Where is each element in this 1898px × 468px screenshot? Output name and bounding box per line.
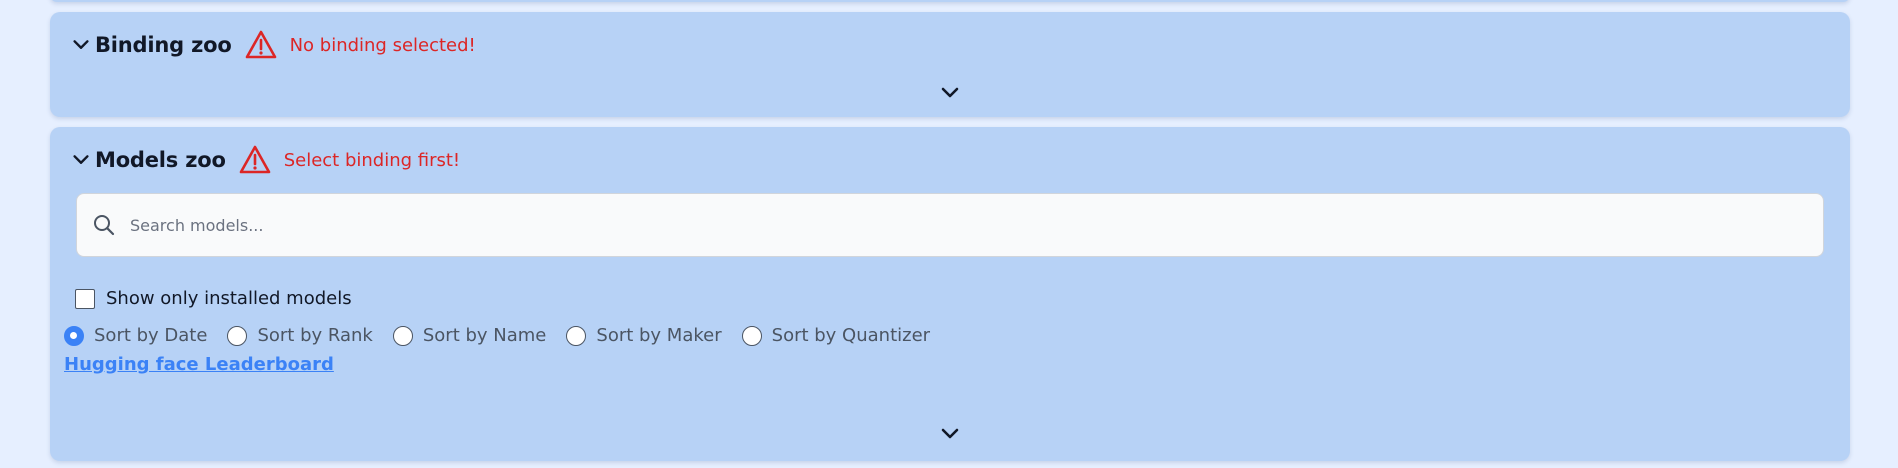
sort-by-rank-option[interactable]: Sort by Rank xyxy=(227,325,373,346)
models-zoo-header[interactable]: Models zoo Select binding first! xyxy=(70,143,460,177)
binding-zoo-header[interactable]: Binding zoo No binding selected! xyxy=(70,28,476,62)
models-warning-message: Select binding first! xyxy=(283,149,461,171)
sort-by-date-radio[interactable] xyxy=(64,325,84,346)
installed-models-filter: Show only installed models xyxy=(75,288,352,309)
binding-zoo-title: Binding zoo xyxy=(95,33,232,57)
warning-triangle-icon xyxy=(239,145,270,174)
binding-warning-message: No binding selected! xyxy=(289,34,476,56)
models-search-box xyxy=(76,193,1824,257)
search-icon xyxy=(94,215,115,236)
sort-by-name-option[interactable]: Sort by Name xyxy=(392,325,547,346)
chevron-down-icon xyxy=(73,155,89,164)
sort-by-date-label: Sort by Date xyxy=(94,325,208,346)
sort-by-rank-label: Sort by Rank xyxy=(257,325,373,346)
sort-options: Sort by Date Sort by Rank Sort by Name S… xyxy=(64,325,950,346)
previous-panel xyxy=(50,0,1850,2)
sort-by-quantizer-option[interactable]: Sort by Quantizer xyxy=(741,325,931,346)
sort-by-date-option[interactable]: Sort by Date xyxy=(64,325,207,346)
expand-binding-zoo-icon[interactable] xyxy=(936,82,964,104)
sort-by-maker-radio[interactable] xyxy=(566,325,587,346)
installed-models-checkbox[interactable] xyxy=(75,288,95,309)
sort-by-maker-option[interactable]: Sort by Maker xyxy=(566,325,722,346)
installed-models-label: Show only installed models xyxy=(106,288,352,309)
sort-by-quantizer-label: Sort by Quantizer xyxy=(771,325,931,346)
sort-by-name-label: Sort by Name xyxy=(422,325,547,346)
binding-zoo-panel: Binding zoo No binding selected! xyxy=(50,12,1850,117)
sort-by-maker-label: Sort by Maker xyxy=(596,325,722,346)
huggingface-leaderboard-link[interactable]: Hugging face Leaderboard xyxy=(64,354,334,375)
models-search-input[interactable] xyxy=(128,214,1782,236)
chevron-down-icon xyxy=(73,40,89,49)
sort-by-name-radio[interactable] xyxy=(392,325,413,346)
models-zoo-title: Models zoo xyxy=(95,148,226,172)
models-zoo-panel: Models zoo Select binding first! Show on… xyxy=(50,127,1850,461)
warning-triangle-icon xyxy=(245,30,276,59)
sort-by-rank-radio[interactable] xyxy=(227,325,248,346)
expand-models-zoo-icon[interactable] xyxy=(936,423,964,445)
sort-by-quantizer-radio[interactable] xyxy=(741,325,762,346)
